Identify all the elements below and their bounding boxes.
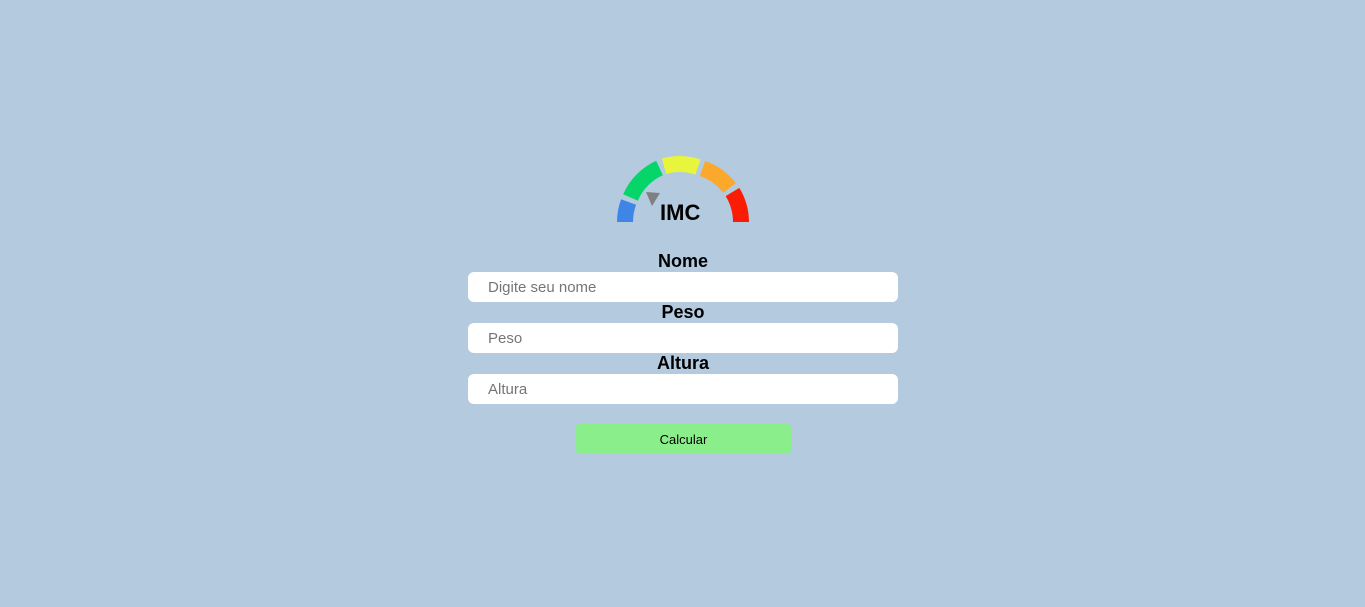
gauge-needle [646, 192, 660, 206]
nome-label: Nome [657, 251, 708, 271]
gauge-segment-orange [699, 160, 736, 194]
gauge-segment-yellow [661, 156, 701, 175]
nome-input[interactable] [468, 272, 898, 302]
gauge-segment-red [725, 187, 749, 223]
logo-title: IMC [660, 200, 701, 225]
peso-input[interactable] [468, 323, 898, 353]
page: IMC Nome Peso Altura Calcular [0, 0, 1365, 607]
calcular-button[interactable]: Calcular [576, 424, 791, 454]
altura-input[interactable] [468, 374, 898, 404]
peso-label: Peso [661, 302, 705, 322]
gauge-segment-blue [617, 199, 637, 223]
altura-label: Altura [656, 353, 709, 373]
